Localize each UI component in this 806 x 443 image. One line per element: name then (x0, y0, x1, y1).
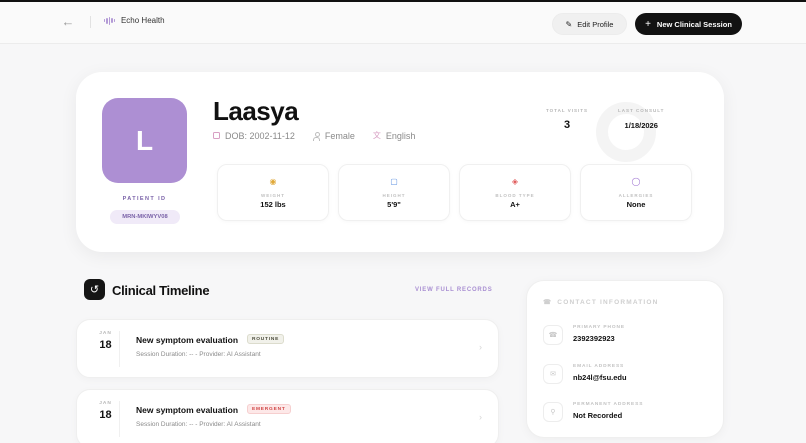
vitals-row: ◉ WEIGHT 152 lbs ▢ HEIGHT 5'9" ◈ BLOOD T… (217, 164, 692, 221)
patient-id-badge: MRN-MKIWYV08 (110, 210, 180, 224)
vital-label: HEIGHT (382, 192, 406, 198)
contact-row-phone: ☎ PRIMARY PHONE 2392392923 (543, 325, 713, 357)
session-subtitle: Session Duration: -- - Provider: AI Assi… (136, 421, 261, 428)
vital-blood-type: ◈ BLOOD TYPE A+ (459, 164, 571, 221)
dob-text: DOB: 2002-11-12 (225, 130, 295, 141)
vital-value: 5'9" (387, 199, 401, 209)
vital-value: 152 lbs (260, 199, 286, 209)
droplet-icon: ◈ (511, 176, 519, 186)
brand: Echo Health (104, 16, 165, 25)
vital-label: BLOOD TYPE (495, 192, 535, 198)
session-day: 18 (99, 339, 112, 351)
calendar-icon (213, 132, 220, 139)
contact-value: nb24l@fsu.edu (573, 373, 627, 382)
ruler-icon: ▢ (390, 176, 398, 186)
stat-value: 1/18/2026 (624, 121, 658, 130)
contact-row-email: ✉ EMAIL ADDRESS nb24l@fsu.edu (543, 364, 713, 396)
patient-meta: DOB: 2002-11-12 Female 文 English (213, 130, 415, 141)
contact-label: EMAIL ADDRESS (573, 364, 625, 369)
vital-value: A+ (510, 199, 520, 209)
session-month: JAN (99, 331, 112, 336)
session-date: JAN 18 (92, 401, 120, 437)
session-title: New symptom evaluation (136, 335, 239, 345)
session-subtitle: Session Duration: -- - Provider: AI Assi… (136, 351, 261, 358)
person-icon (313, 131, 321, 141)
stat-label: LAST CONSULT (618, 108, 665, 113)
contact-title: CONTACT INFORMATION (557, 298, 659, 306)
back-arrow-icon[interactable]: ← (60, 14, 76, 30)
vital-height: ▢ HEIGHT 5'9" (338, 164, 450, 221)
vital-label: WEIGHT (261, 192, 285, 198)
divider (90, 16, 91, 28)
contact-header: ☎ CONTACT INFORMATION (543, 298, 659, 307)
edit-profile-button[interactable]: ✎ Edit Profile (552, 13, 627, 35)
session-card[interactable]: JAN 18 New symptom evaluation EMERGENT S… (76, 389, 499, 443)
edit-profile-label: Edit Profile (577, 19, 614, 29)
gender-item: Female (313, 131, 355, 141)
history-icon: ↺ (84, 279, 105, 300)
contact-card: ☎ CONTACT INFORMATION ☎ PRIMARY PHONE 23… (526, 280, 724, 438)
chevron-right-icon: › (479, 342, 482, 352)
weight-icon: ◉ (269, 176, 277, 186)
visit-stats: TOTAL VISITS 3 LAST CONSULT 1/18/2026 (546, 108, 664, 131)
contact-label: PRIMARY PHONE (573, 325, 625, 330)
new-session-button[interactable]: + New Clinical Session (635, 13, 742, 35)
view-full-records-link[interactable]: VIEW FULL RECORDS (415, 287, 493, 293)
status-badge: ROUTINE (247, 334, 285, 344)
stat-total-visits: TOTAL VISITS 3 (546, 108, 588, 131)
patient-id-label: PATIENT ID (122, 196, 167, 202)
mail-icon: ✉ (543, 364, 563, 384)
vital-weight: ◉ WEIGHT 152 lbs (217, 164, 329, 221)
waveform-icon (104, 16, 115, 25)
language-item: 文 English (373, 130, 416, 141)
vital-label: ALLERGIES (618, 192, 654, 198)
contact-label: PERMANENT ADDRESS (573, 402, 644, 407)
pencil-icon: ✎ (565, 19, 573, 29)
location-icon: ⚲ (543, 402, 563, 422)
phone-icon: ☎ (543, 299, 553, 306)
avatar: L (102, 98, 187, 183)
translate-icon: 文 (372, 131, 381, 140)
vital-value: None (626, 199, 646, 209)
session-card[interactable]: JAN 18 New symptom evaluation ROUTINE Se… (76, 319, 499, 378)
phone-icon: ☎ (543, 325, 563, 345)
vital-allergies: ◯ ALLERGIES None (580, 164, 692, 221)
gender-text: Female (324, 130, 355, 141)
chevron-right-icon: › (479, 412, 482, 422)
patient-name: Laasya (213, 96, 299, 126)
top-bar: ← Echo Health ✎ Edit Profile + New Clini… (0, 2, 806, 44)
stat-label: TOTAL VISITS (546, 108, 589, 113)
plus-icon: + (645, 18, 651, 30)
language-text: English (385, 130, 416, 141)
shield-icon: ◯ (631, 176, 641, 186)
new-session-label: New Clinical Session (656, 19, 732, 29)
contact-value: Not Recorded (573, 411, 623, 420)
brand-name: Echo Health (120, 16, 165, 25)
patient-profile-card: L PATIENT ID MRN-MKIWYV08 Laasya DOB: 20… (76, 72, 724, 252)
session-day: 18 (99, 409, 112, 421)
session-month: JAN (99, 401, 112, 406)
status-badge: EMERGENT (247, 404, 291, 414)
dob-item: DOB: 2002-11-12 (213, 131, 295, 141)
contact-row-address: ⚲ PERMANENT ADDRESS Not Recorded (543, 402, 713, 434)
session-date: JAN 18 (92, 331, 120, 367)
stat-last-consult: LAST CONSULT 1/18/2026 (618, 108, 664, 131)
session-title: New symptom evaluation (136, 405, 239, 415)
contact-value: 2392392923 (573, 334, 615, 343)
timeline-title: Clinical Timeline (112, 283, 210, 298)
stat-value: 3 (563, 119, 571, 131)
